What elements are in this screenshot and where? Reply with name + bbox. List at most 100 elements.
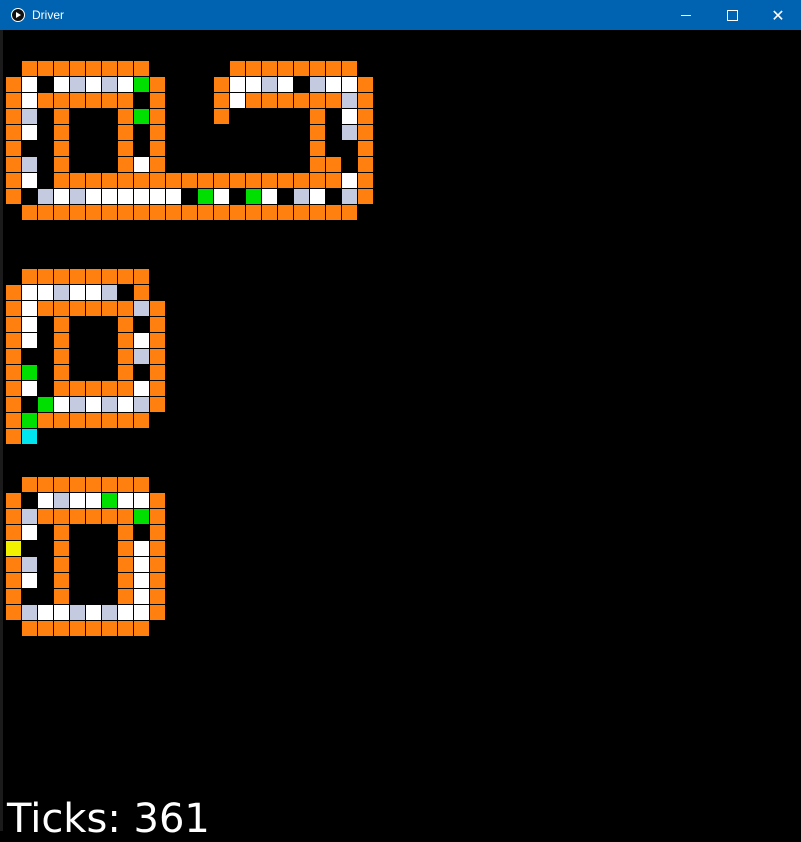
car-white [134, 157, 149, 172]
track-cell [54, 621, 69, 636]
track-cell [182, 173, 197, 188]
car-white [86, 493, 101, 508]
track-cell [118, 269, 133, 284]
track-cell [102, 413, 117, 428]
car-white [86, 605, 101, 620]
car-white [22, 333, 37, 348]
track-cell [54, 125, 69, 140]
track-cell [182, 205, 197, 220]
track-cell [102, 621, 117, 636]
track-cell [6, 413, 21, 428]
car-white [54, 605, 69, 620]
car-white [150, 189, 165, 204]
track-cell [134, 173, 149, 188]
track-cell [54, 477, 69, 492]
car-white [22, 93, 37, 108]
track-cell [278, 61, 293, 76]
track-cell [214, 205, 229, 220]
track-cell [70, 301, 85, 316]
track-cell [310, 61, 325, 76]
track-cell [70, 509, 85, 524]
track-cell [166, 205, 181, 220]
track-cell [70, 477, 85, 492]
track-cell [326, 173, 341, 188]
car-green [198, 189, 213, 204]
window-controls: ✕ [663, 0, 801, 30]
car-lavender [342, 189, 357, 204]
track-cell [118, 365, 133, 380]
track-cell [38, 301, 53, 316]
track-cell [150, 525, 165, 540]
track-cell [102, 93, 117, 108]
car-white [262, 189, 277, 204]
track-cell [262, 93, 277, 108]
car-white [230, 93, 245, 108]
track-cell [54, 349, 69, 364]
track-cell [358, 93, 373, 108]
track-cell [326, 93, 341, 108]
track-cell [6, 573, 21, 588]
car-white [22, 381, 37, 396]
track-cell [70, 173, 85, 188]
track-cell [134, 477, 149, 492]
track-cell [102, 477, 117, 492]
maximize-button[interactable] [709, 0, 755, 30]
track-cell [22, 477, 37, 492]
track-cell [54, 317, 69, 332]
track-cell [6, 349, 21, 364]
track-cell [358, 77, 373, 92]
track-cell [54, 541, 69, 556]
car-green [38, 397, 53, 412]
track-cell [54, 205, 69, 220]
car-lavender [22, 509, 37, 524]
title-bar[interactable]: Driver ✕ [0, 0, 801, 30]
track-cell [358, 157, 373, 172]
track-cell [86, 301, 101, 316]
track-cell [134, 269, 149, 284]
track-cell [102, 381, 117, 396]
track-cell [150, 157, 165, 172]
car-lavender [70, 605, 85, 620]
car-white [342, 173, 357, 188]
track-cell [294, 61, 309, 76]
car-lavender [102, 77, 117, 92]
track-cell [358, 189, 373, 204]
track-cell [214, 173, 229, 188]
track-cell [134, 621, 149, 636]
track-cell [118, 541, 133, 556]
car-green [22, 413, 37, 428]
track-cell [118, 93, 133, 108]
close-button[interactable]: ✕ [755, 0, 801, 30]
track-cell [150, 173, 165, 188]
track-cell [310, 157, 325, 172]
car-lavender [102, 397, 117, 412]
track-cell [70, 205, 85, 220]
track-cell [54, 557, 69, 572]
track-cell [118, 141, 133, 156]
car-white [86, 189, 101, 204]
car-white [102, 189, 117, 204]
car-white [214, 189, 229, 204]
track-cell [22, 61, 37, 76]
car-yellow [6, 541, 21, 556]
track-cell [22, 205, 37, 220]
track-cell [118, 157, 133, 172]
car-green [102, 493, 117, 508]
track-cell [214, 93, 229, 108]
car-white [246, 77, 261, 92]
track-cell [102, 173, 117, 188]
car-white [38, 605, 53, 620]
minimize-button[interactable] [663, 0, 709, 30]
track-cell [150, 605, 165, 620]
track-cell [294, 93, 309, 108]
car-lavender [134, 349, 149, 364]
track-cell [6, 301, 21, 316]
track-cell [230, 173, 245, 188]
track-cell [150, 381, 165, 396]
track-cell [102, 61, 117, 76]
track-cell [6, 285, 21, 300]
track-cell [278, 93, 293, 108]
track-cell [70, 413, 85, 428]
track-cell [54, 173, 69, 188]
track-cell [358, 141, 373, 156]
